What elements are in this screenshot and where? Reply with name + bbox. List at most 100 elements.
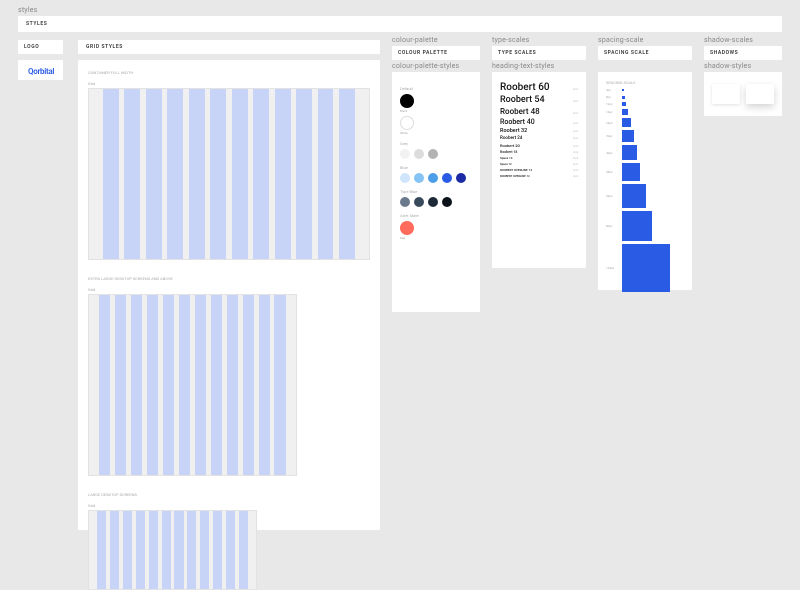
- grid-tiny-label-3: Grid: [88, 503, 370, 508]
- swatch-blue-4[interactable]: [442, 173, 452, 183]
- spacing-label: 4px: [606, 88, 622, 92]
- shadow-frame[interactable]: [704, 72, 782, 116]
- type-scale-meta: A/a: [573, 156, 578, 160]
- palette-heading-typeblue: Type Blue: [400, 189, 472, 194]
- type-scale-row[interactable]: Roobert 40 A/a: [500, 118, 578, 126]
- type-scale-sample: Roobert 54: [500, 95, 545, 105]
- section-label-spacing: spacing-scale: [598, 36, 644, 44]
- spacing-label: 32px: [606, 134, 622, 138]
- spacing-row[interactable]: 64px: [606, 184, 684, 208]
- type-scale-sample: Roobert 20: [500, 143, 520, 148]
- spacing-row[interactable]: 24px: [606, 118, 684, 127]
- spacing-square: [622, 163, 640, 181]
- section-label-colour-styles: colour-palette-styles: [392, 62, 459, 70]
- type-scale-row[interactable]: Roobert 18A/a: [500, 150, 578, 154]
- spacing-row[interactable]: 16px: [606, 109, 684, 115]
- logo-frame[interactable]: Qorbital: [18, 60, 63, 80]
- grid-subtitle-3: LARGE DESKTOP SCREENS: [88, 492, 370, 497]
- spacing-row[interactable]: 4px: [606, 88, 684, 92]
- type-scale-meta: A/a: [573, 136, 578, 140]
- swatch-black[interactable]: [400, 94, 414, 108]
- type-scale-row[interactable]: Roobert 24A/a: [500, 136, 578, 141]
- swatch-red-label: Red: [400, 236, 472, 240]
- logo-wordmark: Qorbital: [28, 67, 54, 76]
- palette-heading-blue: Blue: [400, 165, 472, 170]
- styles-title-frame[interactable]: STYLES: [18, 16, 782, 32]
- shadow-sample-1[interactable]: [712, 84, 740, 104]
- shadow-title-frame[interactable]: SHADOWS: [704, 46, 782, 60]
- swatch-red[interactable]: [400, 221, 414, 235]
- swatch-grey-2[interactable]: [414, 149, 424, 159]
- type-scales-frame[interactable]: Roobert 60A/aRoobert 54A/aRoobert 48A/aR…: [492, 72, 586, 268]
- swatch-blue-2[interactable]: [414, 173, 424, 183]
- shadow-sample-2[interactable]: [746, 84, 774, 104]
- spacing-square: [622, 118, 631, 127]
- spacing-row[interactable]: 48px: [606, 163, 684, 181]
- type-scale-sample: Roobert 60: [500, 82, 550, 93]
- spacing-row[interactable]: 40px: [606, 145, 684, 160]
- spacing-title: SPACING SCALE: [604, 50, 686, 56]
- type-scale-row[interactable]: Roobert 60A/a: [500, 82, 578, 93]
- type-scale-meta: A/a: [573, 111, 578, 115]
- grid-tiny-label-1: Grid: [88, 81, 370, 86]
- section-label-type: type-scales: [492, 36, 530, 44]
- swatch-blue-5[interactable]: [456, 173, 466, 183]
- grid-styles-frame[interactable]: CONTAINER FULL WIDTH Grid EXTRA LARGE DE…: [78, 60, 380, 530]
- type-scale-sample: ROOBERT OVERLINE 14: [500, 168, 532, 172]
- type-scale-sample: ROOBERT OVERLINE 12: [500, 174, 530, 178]
- type-scale-row[interactable]: ROOBERT OVERLINE 12 A/a: [500, 174, 578, 178]
- colour-palette-frame[interactable]: Default Black White Grey Blue Type Blue …: [392, 72, 480, 312]
- grid-title-frame[interactable]: GRID STYLES: [78, 40, 380, 54]
- spacing-frame[interactable]: SPACING SCALE 4px 8px 12px 16px 24px 32px 40px…: [598, 72, 692, 290]
- type-scale-row[interactable]: Roobert 48 A/a: [500, 107, 578, 116]
- type-scale-row[interactable]: Roobert 54A/a: [500, 95, 578, 105]
- section-label-styles: styles: [18, 6, 37, 14]
- swatch-typeblue-4[interactable]: [442, 197, 452, 207]
- type-scale-sample: Roobert 48: [500, 107, 540, 116]
- swatch-blue-1[interactable]: [400, 173, 410, 183]
- colour-title-frame[interactable]: COLOUR PALETTE: [392, 46, 480, 60]
- spacing-row[interactable]: 8px: [606, 95, 684, 99]
- section-label-shadow: shadow-scales: [704, 36, 753, 44]
- grid-artboard-full[interactable]: [88, 88, 370, 260]
- spacing-title-frame[interactable]: SPACING SCALE: [598, 46, 692, 60]
- section-label-colour: colour-palette: [392, 36, 438, 44]
- type-scale-row[interactable]: ROOBERT OVERLINE 14A/a: [500, 168, 578, 172]
- spacing-row[interactable]: 12px: [606, 102, 684, 106]
- swatch-white-label: White: [400, 131, 472, 135]
- swatch-grey-1[interactable]: [400, 149, 410, 159]
- grid-subtitle-2: EXTRA LARGE DESKTOP SCREENS AND ABOVE: [88, 276, 370, 281]
- spacing-square: [622, 130, 634, 142]
- type-scale-meta: A/a: [573, 174, 578, 178]
- swatch-typeblue-3[interactable]: [428, 197, 438, 207]
- swatch-white[interactable]: [400, 116, 414, 130]
- spacing-row[interactable]: 32px: [606, 130, 684, 142]
- spacing-row[interactable]: 80px: [606, 211, 684, 241]
- swatch-grey-3[interactable]: [428, 149, 438, 159]
- swatch-typeblue-1[interactable]: [400, 197, 410, 207]
- spacing-label: 128px: [606, 266, 622, 270]
- spacing-square: [622, 109, 628, 115]
- spacing-label: 48px: [606, 170, 622, 174]
- grid-artboard-lg[interactable]: [88, 510, 257, 590]
- type-scale-meta: A/a: [573, 121, 578, 125]
- spacing-label: 40px: [606, 151, 622, 155]
- type-scale-row[interactable]: Roobert 20A/a: [500, 143, 578, 148]
- spacing-row[interactable]: 128px: [606, 244, 684, 292]
- type-scale-row[interactable]: Roobert 32A/a: [500, 128, 578, 134]
- colour-title: COLOUR PALETTE: [398, 50, 474, 56]
- spacing-label: 16px: [606, 110, 622, 114]
- swatch-blue-3[interactable]: [428, 173, 438, 183]
- type-scale-row[interactable]: Space 14A/a: [500, 156, 578, 160]
- grid-artboard-xl[interactable]: [88, 294, 297, 476]
- type-title-frame[interactable]: TYPE SCALES: [492, 46, 586, 60]
- grid-subtitle-1: CONTAINER FULL WIDTH: [88, 70, 370, 75]
- shadow-title: SHADOWS: [710, 50, 776, 56]
- figma-canvas[interactable]: styles STYLES LOGO Qorbital GRID STYLES …: [0, 0, 800, 533]
- logo-title-frame[interactable]: LOGO: [18, 40, 63, 54]
- swatch-typeblue-2[interactable]: [414, 197, 424, 207]
- type-scale-sample: Roobert 40: [500, 118, 535, 126]
- spacing-heading: SPACING SCALE: [606, 80, 684, 85]
- spacing-square: [622, 145, 637, 160]
- type-scale-row[interactable]: Space 12A/a: [500, 162, 578, 166]
